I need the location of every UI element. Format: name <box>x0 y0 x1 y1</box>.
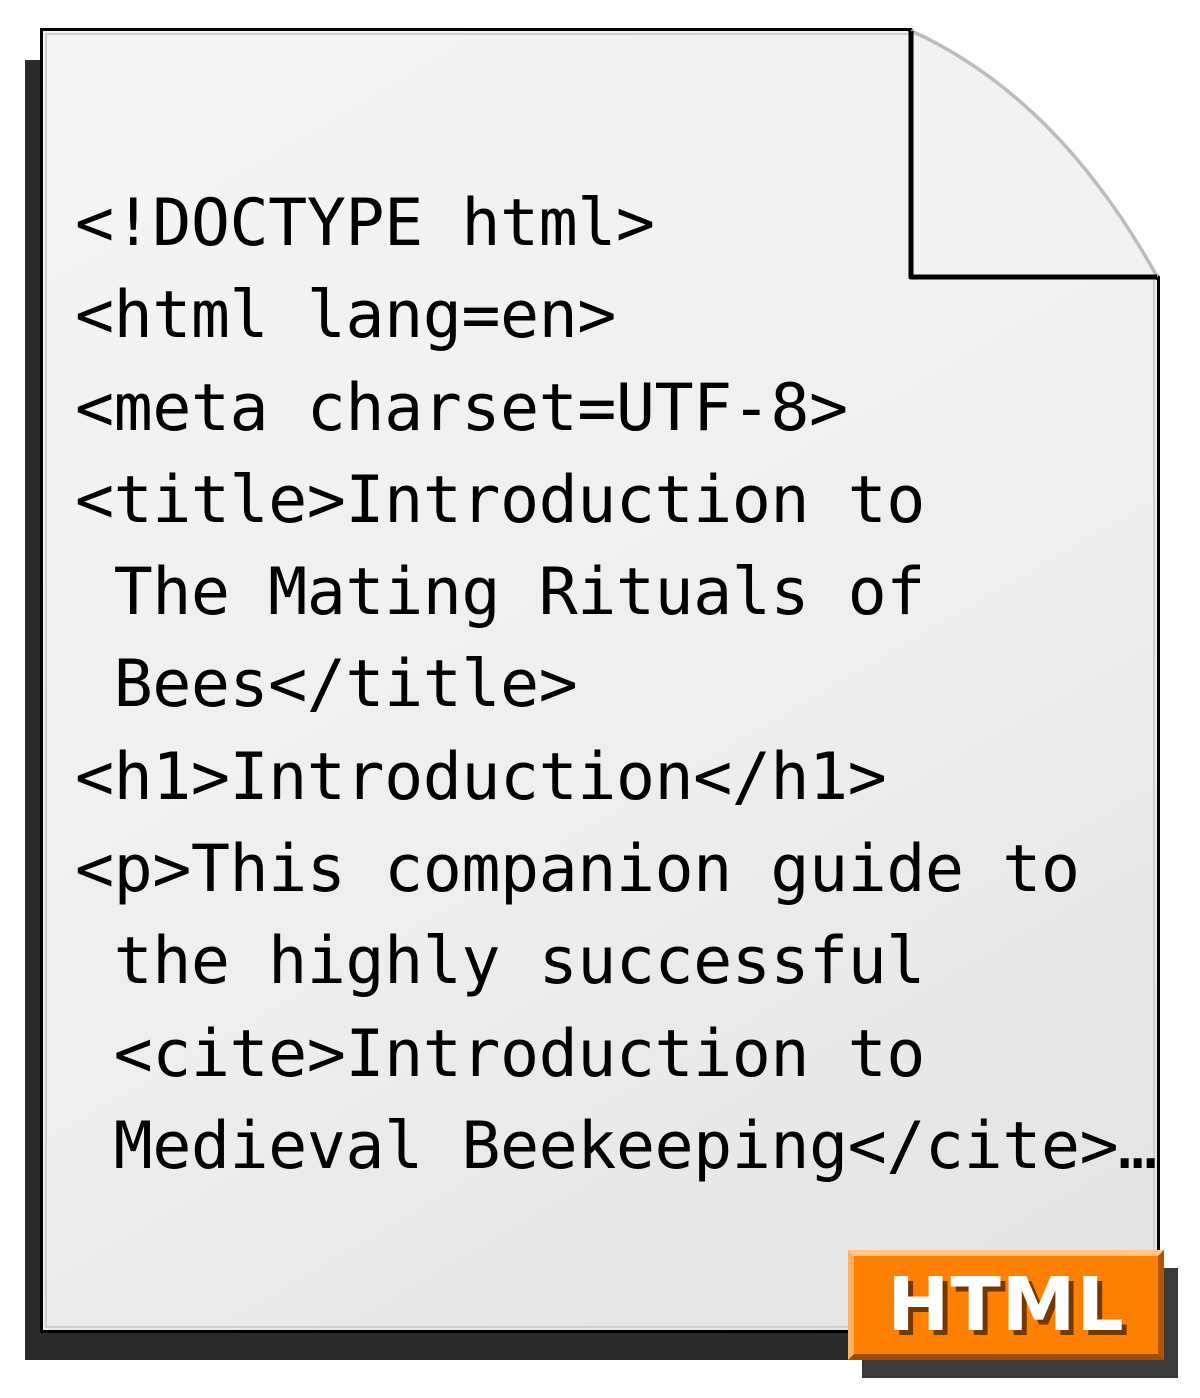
badge-label: HTML <box>887 1268 1124 1342</box>
file-icon-canvas: <!DOCTYPE html> <html lang=en> <meta cha… <box>0 0 1200 1398</box>
code-preview: <!DOCTYPE html> <html lang=en> <meta cha… <box>75 178 1139 1193</box>
document-sheet: <!DOCTYPE html> <html lang=en> <meta cha… <box>40 28 1160 1333</box>
page-fold-icon <box>908 28 1160 280</box>
filetype-badge: HTML <box>848 1250 1178 1378</box>
badge-plate: HTML <box>848 1250 1164 1360</box>
